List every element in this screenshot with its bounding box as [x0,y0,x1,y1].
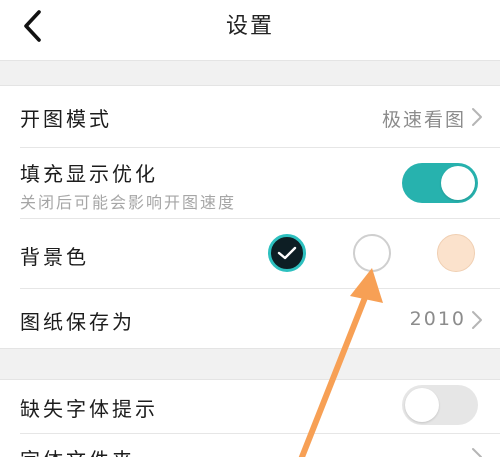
settings-row-font-folder[interactable]: 字体文件夹 [0,434,500,457]
toggle-knob [405,388,439,422]
settings-row-background-color: 背景色 [0,219,500,289]
chevron-right-icon [470,309,484,331]
checkmark-icon [277,246,297,260]
open-mode-label: 开图模式 [20,107,112,131]
fill-display-label: 填充显示优化 [20,162,158,186]
chevron-right-icon [470,446,484,457]
save-as-label: 图纸保存为 [20,310,135,334]
toggle-knob [441,166,475,200]
missing-font-label: 缺失字体提示 [20,397,158,421]
section-separator [0,348,500,380]
settings-screen: 设置 开图模式 极速看图 填充显示优化 关闭后可能会影响开图速度 背景色 图纸保… [0,0,500,457]
color-option-beige[interactable] [437,234,475,272]
settings-row-fill-display: 填充显示优化 关闭后可能会影响开图速度 [0,148,500,219]
fill-display-toggle[interactable] [402,163,478,203]
settings-row-open-mode[interactable]: 开图模式 极速看图 [0,86,500,148]
page-title: 设置 [225,14,274,39]
color-option-dark[interactable] [268,234,306,272]
color-option-white[interactable] [353,234,391,272]
open-mode-value: 极速看图 [381,109,466,131]
chevron-right-icon [470,106,484,128]
fill-display-sublabel: 关闭后可能会影响开图速度 [20,193,237,212]
settings-row-missing-font: 缺失字体提示 [0,380,500,434]
save-as-value: 2010 [409,308,466,330]
settings-row-save-as[interactable]: 图纸保存为 2010 [0,289,500,348]
nav-bar: 设置 [0,0,500,60]
font-folder-label: 字体文件夹 [20,444,135,457]
missing-font-toggle[interactable] [402,385,478,425]
background-color-label: 背景色 [20,245,89,269]
section-separator [0,60,500,86]
